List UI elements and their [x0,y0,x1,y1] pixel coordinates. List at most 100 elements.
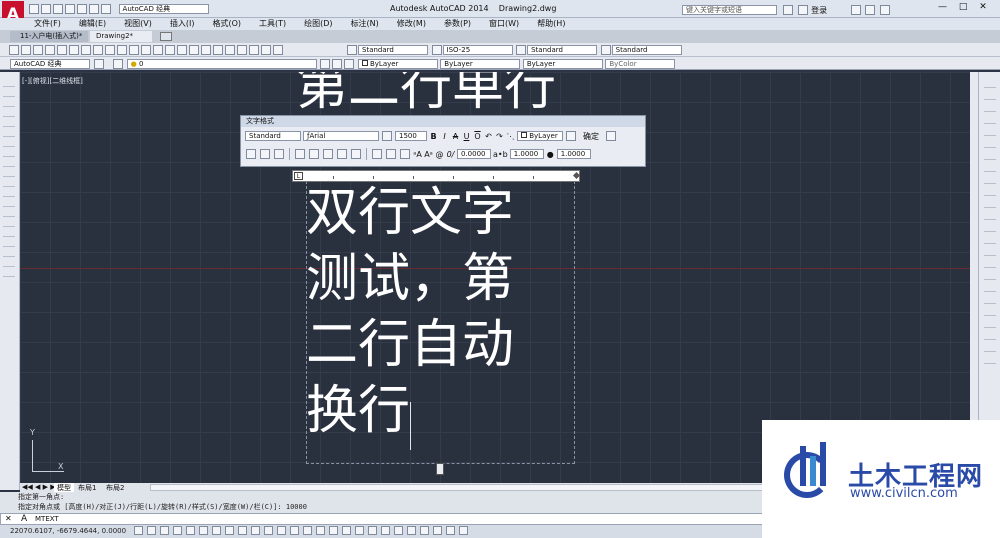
zoom-realtime-icon[interactable] [177,45,187,55]
line-spacing-icon[interactable] [372,149,382,159]
search-icon[interactable] [783,5,793,15]
ellipse-arc-icon[interactable] [3,178,15,187]
break-icon[interactable] [984,222,996,232]
tracking-input[interactable]: 1.0000 [509,149,544,159]
trim-icon[interactable] [984,186,996,196]
construction-line-icon[interactable] [3,88,15,97]
chamfer-icon[interactable] [984,246,996,256]
properties-icon[interactable] [213,45,223,55]
align-center-icon[interactable] [309,149,319,159]
layer-properties-icon[interactable] [113,59,124,69]
undo-icon[interactable] [141,45,151,55]
close-icon[interactable]: ✕ [979,2,987,12]
mtext-ruler[interactable]: L [292,170,581,182]
width-factor-input[interactable]: 1.0000 [556,149,591,159]
linetype-select[interactable]: ByLayer [440,59,521,69]
table-icon[interactable] [3,248,15,257]
otrack-icon[interactable] [225,526,234,535]
menu-item[interactable]: 参数(P) [444,18,471,30]
saveas-icon[interactable] [65,4,75,14]
mleader-style-select[interactable]: Standard [611,45,682,55]
lineweight-icon[interactable] [264,526,273,535]
layer-select[interactable]: ● 0 [126,59,317,69]
break-point-icon[interactable] [984,210,996,220]
menu-item[interactable]: 标注(N) [351,18,379,30]
menu-item[interactable]: 编辑(E) [79,18,106,30]
rotate-icon[interactable] [984,150,996,160]
columns-icon[interactable] [246,149,256,159]
user-icon[interactable] [797,5,808,15]
make-block-icon[interactable] [3,198,15,207]
draworder-below-icon[interactable] [984,330,996,340]
overline-button[interactable]: O [473,131,482,142]
pan-icon[interactable] [165,45,175,55]
new-tab-icon[interactable] [160,32,172,41]
annotative-icon[interactable] [382,131,392,141]
italic-button[interactable]: I [440,131,449,142]
ok-button[interactable]: 确定 [579,131,603,142]
revcloud-icon[interactable] [3,148,15,157]
ellipse-icon[interactable] [3,168,15,177]
line-icon[interactable] [3,78,15,87]
draworder-front-icon[interactable] [984,294,996,304]
osnap-icon[interactable] [199,526,208,535]
sc-icon[interactable] [303,526,312,535]
rectangle-icon[interactable] [3,118,15,127]
mtext-justify-icon[interactable] [260,149,270,159]
undo-icon[interactable] [89,4,99,14]
dim-style-select[interactable]: ISO-25 [442,45,513,55]
isolate-icon[interactable] [446,526,455,535]
distribute-icon[interactable] [351,149,361,159]
draworder-back-icon[interactable] [984,306,996,316]
text-style-select[interactable]: Standard [358,45,428,55]
table-style-icon[interactable] [516,45,527,55]
layer-previous-icon[interactable] [332,59,343,69]
point-icon[interactable] [3,208,15,217]
publish-icon[interactable] [69,45,79,55]
table-style-select[interactable]: Standard [527,45,598,55]
ducs-icon[interactable] [238,526,247,535]
region-icon[interactable] [3,238,15,247]
annotation-visibility-icon[interactable] [381,526,390,535]
mirror-icon[interactable] [984,102,996,112]
explode-icon[interactable] [984,282,996,292]
grid-icon[interactable] [160,526,169,535]
menu-item[interactable]: 帮助(H) [537,18,565,30]
justify-icon[interactable] [337,149,347,159]
workspace-select[interactable]: AutoCAD 经典 [118,4,209,14]
menu-item[interactable]: 工具(T) [259,18,286,30]
make-current-icon[interactable] [320,59,331,69]
menu-item[interactable]: 插入(I) [170,18,195,30]
fillet-icon[interactable] [984,258,996,268]
copy-icon[interactable] [93,45,103,55]
menu-item[interactable]: 修改(M) [397,18,426,30]
minimize-icon[interactable]: — [938,2,947,12]
save-icon[interactable] [53,4,63,14]
align-left-icon[interactable] [295,149,305,159]
hatch-icon[interactable] [3,218,15,227]
workspace-settings-icon[interactable] [93,59,104,69]
sheetset-icon[interactable] [249,45,259,55]
transparency-icon[interactable] [277,526,286,535]
maximize-icon[interactable]: □ [959,2,968,12]
blend-icon[interactable] [984,270,996,280]
text-front-icon[interactable] [984,342,996,352]
search-input[interactable]: 键入关键字或短语 [682,5,777,15]
scale-icon[interactable] [984,162,996,172]
paragraph-icon[interactable] [274,149,284,159]
array-icon[interactable] [984,126,996,136]
paste-icon[interactable] [105,45,115,55]
align-right-icon[interactable] [323,149,333,159]
info-icon[interactable] [865,5,876,15]
help-icon[interactable] [879,5,890,15]
new-icon[interactable] [29,4,39,14]
text-color-dropdown[interactable]: ByLayer [517,131,563,141]
symbol-button[interactable]: @ [435,149,444,160]
viewport-label[interactable]: [-][俯视][二维线框] [22,76,83,86]
underline-button[interactable]: U [462,131,471,142]
designcenter-icon[interactable] [225,45,235,55]
ruler-width-handle-icon[interactable] [572,171,581,180]
open-icon[interactable] [21,45,31,55]
text-style-dropdown[interactable]: Standard [245,131,301,141]
erase-icon[interactable] [984,78,996,88]
